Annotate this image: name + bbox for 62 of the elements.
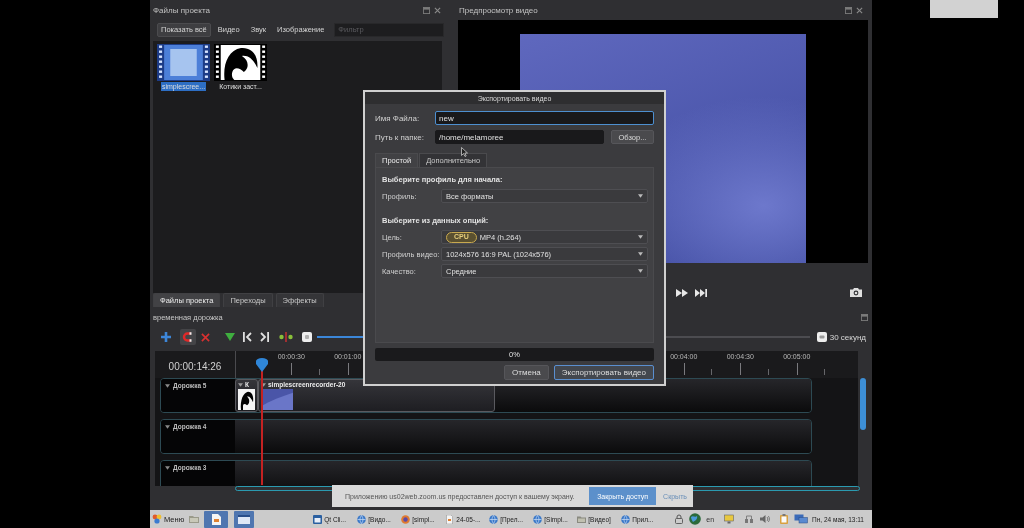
triangle-icon[interactable] (225, 333, 235, 341)
panel-title: Предпросмотр видео (459, 5, 538, 15)
add-track-icon[interactable] (161, 332, 171, 342)
video-thumbnail[interactable] (157, 44, 210, 81)
panel-title: Файлы проекта (153, 5, 210, 15)
document-icon (445, 514, 455, 524)
clipboard-icon[interactable] (779, 514, 790, 524)
folder-icon (577, 514, 587, 524)
text-field[interactable]: /home/melamoree (435, 130, 604, 144)
field-label: Путь к папке: (375, 132, 425, 142)
menu-icon (152, 514, 162, 524)
snapshot-icon[interactable] (302, 332, 312, 342)
collapse-icon[interactable] (261, 383, 266, 387)
camera-icon[interactable] (850, 287, 862, 297)
dialog-button[interactable]: Экспортировать видео (553, 365, 654, 380)
cross-icon[interactable] (201, 332, 210, 342)
globe-icon (533, 514, 543, 524)
close-icon[interactable] (434, 6, 441, 14)
dialog-button[interactable]: Отмена (504, 365, 549, 380)
field-label: Имя Файла: (375, 113, 421, 123)
zoom-label: 30 секунд (829, 332, 866, 342)
collapse-icon[interactable] (165, 466, 170, 470)
collapse-icon[interactable] (238, 383, 243, 387)
window-icon[interactable] (234, 510, 255, 528)
globe-icon (489, 514, 499, 524)
globe-icon[interactable] (689, 513, 702, 525)
photo-placeholder (930, 0, 998, 18)
window-icon (313, 514, 323, 524)
dropdown-arrow-icon (638, 235, 643, 239)
float-icon[interactable] (861, 313, 868, 321)
computer-icon[interactable] (794, 514, 809, 524)
volume-icon[interactable] (760, 514, 771, 524)
scrollbar-thumb[interactable] (860, 378, 866, 430)
clip-thumbnail (238, 389, 255, 410)
skip-end-icon[interactable] (695, 289, 707, 297)
collapse-icon[interactable] (165, 425, 170, 429)
dropdown-arrow-icon (638, 252, 643, 256)
lock-icon[interactable] (675, 514, 684, 524)
browser-icon (401, 514, 411, 524)
collapse-icon[interactable] (165, 384, 170, 388)
monitor-icon[interactable] (724, 514, 735, 524)
center-marker-icon[interactable] (279, 332, 293, 342)
fast-forward-icon[interactable] (676, 289, 688, 297)
float-icon[interactable] (845, 6, 852, 14)
close-icon[interactable] (856, 6, 863, 14)
magnet-icon[interactable] (180, 329, 196, 345)
network-icon[interactable] (744, 514, 755, 524)
dropdown-arrow-icon (638, 269, 643, 273)
jump-end-icon[interactable] (259, 332, 269, 342)
timecode: 00:00:14:26 (167, 360, 223, 374)
cursor-icon (461, 147, 468, 157)
playhead-handle[interactable] (256, 358, 268, 372)
jump-start-icon[interactable] (243, 332, 253, 342)
zoom-icon[interactable] (816, 332, 827, 342)
image-thumbnail[interactable] (214, 44, 267, 81)
clip-thumbnail (261, 389, 293, 410)
document-icon[interactable] (204, 510, 229, 528)
globe-icon (357, 514, 367, 524)
text-field[interactable]: new (435, 111, 654, 125)
float-icon[interactable] (423, 6, 430, 14)
globe-icon (621, 514, 631, 524)
dropdown-arrow-icon (638, 194, 643, 198)
